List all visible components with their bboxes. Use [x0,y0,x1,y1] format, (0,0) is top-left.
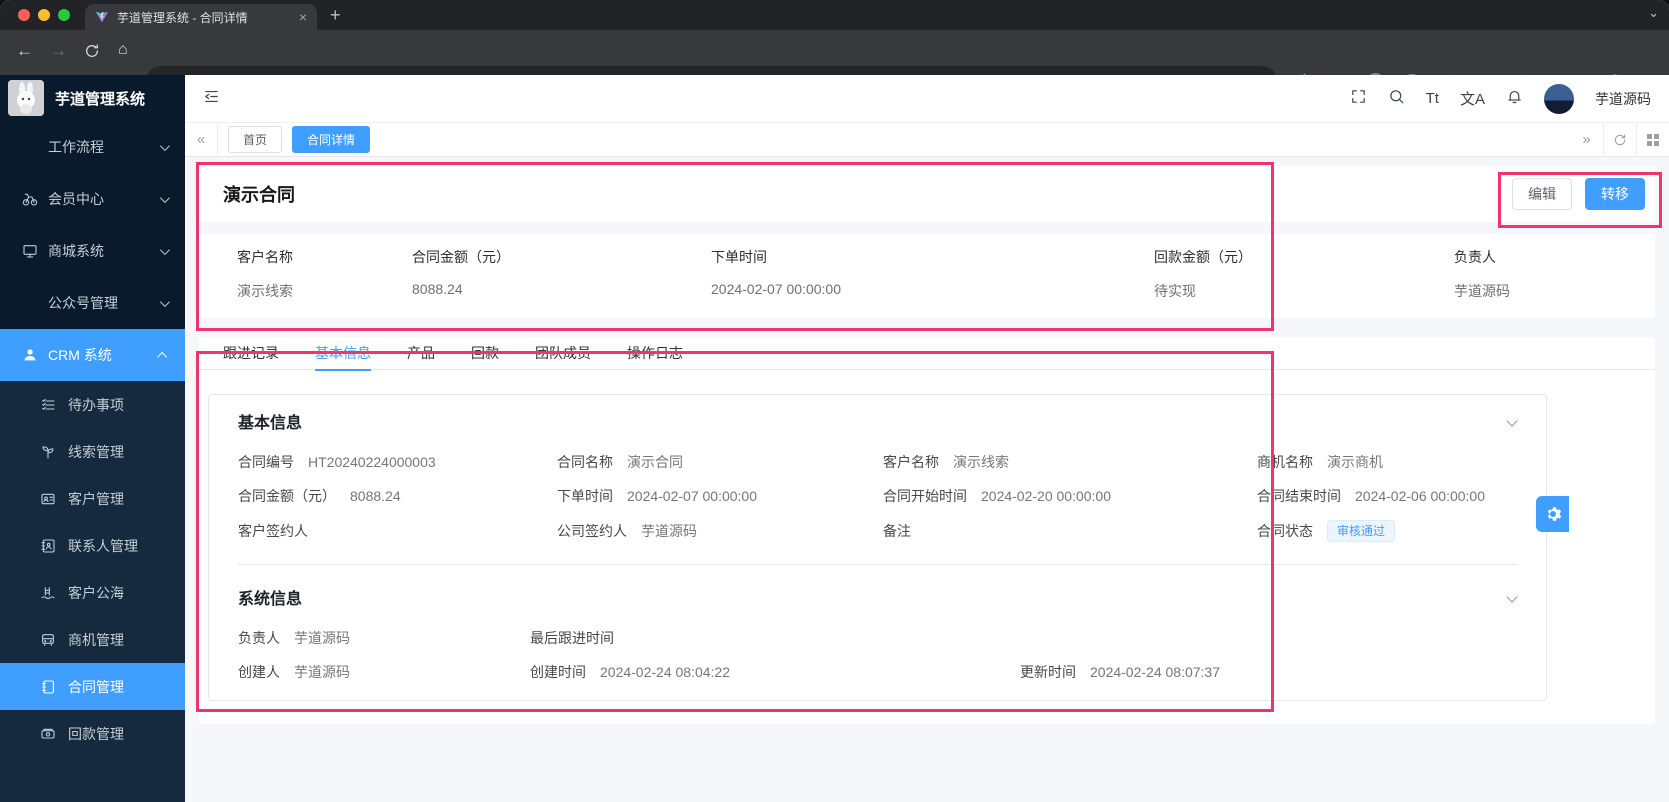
summary-field: 回款金额（元） 待实现 [1154,249,1252,299]
detail-tab-log[interactable]: 操作日志 [627,337,683,370]
tabs-next-icon[interactable]: » [1570,123,1603,156]
section-system-info-header: 系统信息 [238,585,1518,609]
app-logo[interactable]: 芋道管理系统 [0,75,185,121]
maximize-window-button[interactable] [58,9,70,21]
detail-tab-receivable[interactable]: 回款 [471,337,499,370]
sidebar-item-clue[interactable]: 线索管理 [0,428,185,475]
collapse-chevron-icon[interactable] [1506,415,1518,427]
app-title: 芋道管理系统 [55,90,146,108]
browser-window: 芋道管理系统 - 合同详情 × + ⌄ ← → ⌂ ⓘ 127.0.0.1/cr… [0,0,1669,802]
search-icon[interactable] [1388,88,1405,110]
tabs-refresh-icon[interactable] [1603,123,1636,156]
chevron-down-icon [159,244,170,255]
sidebar-item-contract[interactable]: 合同管理 [0,663,185,710]
contract-summary-card: 客户名称 演示线索 合同金额（元） 8088.24 下单时间 2024-02-0… [199,234,1655,318]
contact-book-icon [40,538,56,554]
minimize-window-button[interactable] [38,9,50,21]
sidebar-item-todo[interactable]: 待办事项 [0,381,185,428]
reload-icon[interactable] [84,43,100,64]
user-name: 芋道源码 [1595,90,1651,107]
sidebar-item-crm[interactable]: CRM 系统 [0,329,185,381]
summary-field: 负责人 芋道源码 [1454,249,1510,299]
chevron-up-icon [157,351,168,362]
sidebar-item-receivable[interactable]: 回款管理 [0,710,185,757]
detail-tab-follow[interactable]: 跟进记录 [223,337,279,370]
detail-panel: 基本信息 合同编号 HT20240224000003 合同名称 演示合同 客户名称演… [208,394,1547,701]
home-icon[interactable]: ⌂ [118,41,128,59]
locale-icon[interactable]: 文A [1460,88,1485,109]
tab-search-button[interactable]: ⌄ [1648,5,1659,21]
tab-favicon [95,10,109,24]
app-header: Tt 文A 芋道源码 [185,75,1669,123]
forward-icon[interactable]: → [50,41,67,61]
crm-submenu: 待办事项 线索管理 客户管理 联系人管理 客户公海 商机管理 合同管理 回款管理 [0,381,185,802]
detail-tab-product[interactable]: 产品 [407,337,435,370]
sidebar-item-customer[interactable]: 客户管理 [0,475,185,522]
pool-icon [40,585,56,601]
fullscreen-icon[interactable] [1350,88,1367,110]
logo-avatar [8,80,44,116]
sidebar: 芋道管理系统 工作流程 会员中心 商城系统 公众号管理 CRM 系统 待办事项 … [0,75,185,802]
chevron-down-icon [159,296,170,307]
close-window-button[interactable] [18,9,30,21]
tab-close-icon[interactable]: × [299,9,307,25]
bus-icon [40,632,56,648]
chevron-down-icon [159,140,170,151]
sidebar-item-contact[interactable]: 联系人管理 [0,522,185,569]
tabs-prev-icon[interactable]: « [185,123,218,156]
user-avatar[interactable] [1544,83,1574,114]
page-title: 演示合同 [223,185,295,205]
seedling-icon [40,444,56,460]
money-icon [40,726,56,742]
blank-icon [22,295,38,311]
summary-field: 客户名称 演示线索 [237,249,293,299]
mall-icon [22,243,38,259]
tags-view-bar: « 首页 合同详情 » [185,123,1669,157]
settings-gear-button[interactable] [1536,496,1569,532]
collapse-chevron-icon[interactable] [1506,591,1518,603]
member-icon [22,191,38,207]
detail-tab-basic[interactable]: 基本信息 [315,337,371,371]
sidebar-item-customer-pool[interactable]: 客户公海 [0,569,185,616]
browser-toolbar: ← → ⌂ ⓘ 127.0.0.1/crm/contract/detail/10… [0,30,1669,99]
tabs-grid-icon[interactable] [1636,123,1669,156]
back-icon[interactable]: ← [16,41,33,61]
section-divider [238,564,1516,565]
sidebar-item-mall[interactable]: 商城系统 [0,225,185,277]
notification-bell-icon[interactable] [1506,88,1523,110]
browser-tabstrip: 芋道管理系统 - 合同详情 × + ⌄ [0,0,1669,30]
detail-tabs: 跟进记录 基本信息 产品 回款 团队成员 操作日志 [199,337,1655,371]
edit-button[interactable]: 编辑 [1512,178,1572,210]
user-icon [22,347,38,363]
transfer-button[interactable]: 转移 [1585,178,1645,210]
todo-list-icon [40,397,56,413]
font-size-icon[interactable]: Tt [1426,90,1439,107]
gear-icon [1547,507,1561,521]
browser-tab[interactable]: 芋道管理系统 - 合同详情 × [85,4,317,30]
new-tab-button[interactable]: + [330,3,341,27]
blank-icon [22,139,38,155]
summary-field: 下单时间 2024-02-07 00:00:00 [711,249,841,297]
main-area: Tt 文A 芋道源码 « 首页 合同详情 » 演示合同 编辑 转移 客户名称 演… [185,75,1669,802]
tab-title: 芋道管理系统 - 合同详情 [117,10,248,25]
sidebar-item-wechat-mp[interactable]: 公众号管理 [0,277,185,329]
tab-home[interactable]: 首页 [228,126,283,153]
status-tag: 审核通过 [1327,520,1396,542]
contract-title-card: 演示合同 编辑 转移 [199,166,1655,222]
sidebar-item-member[interactable]: 会员中心 [0,173,185,225]
section-basic-info-header: 基本信息 [238,409,1518,433]
sidebar-item-business[interactable]: 商机管理 [0,616,185,663]
tab-contract-detail[interactable]: 合同详情 [292,126,371,153]
app-root: 芋道管理系统 工作流程 会员中心 商城系统 公众号管理 CRM 系统 待办事项 … [0,75,1669,802]
content-area: 演示合同 编辑 转移 客户名称 演示线索 合同金额（元） 8088.24 下单时… [185,157,1669,802]
notebook-icon [40,679,56,695]
chevron-down-icon [159,192,170,203]
summary-field: 合同金额（元） 8088.24 [412,249,510,297]
collapse-sidebar-icon[interactable] [203,88,220,110]
id-card-icon [40,491,56,507]
contract-detail-card: 跟进记录 基本信息 产品 回款 团队成员 操作日志 基本信息 合同编号 HT20… [199,337,1655,724]
detail-tab-team[interactable]: 团队成员 [535,337,591,370]
sidebar-item-workflow[interactable]: 工作流程 [0,121,185,173]
